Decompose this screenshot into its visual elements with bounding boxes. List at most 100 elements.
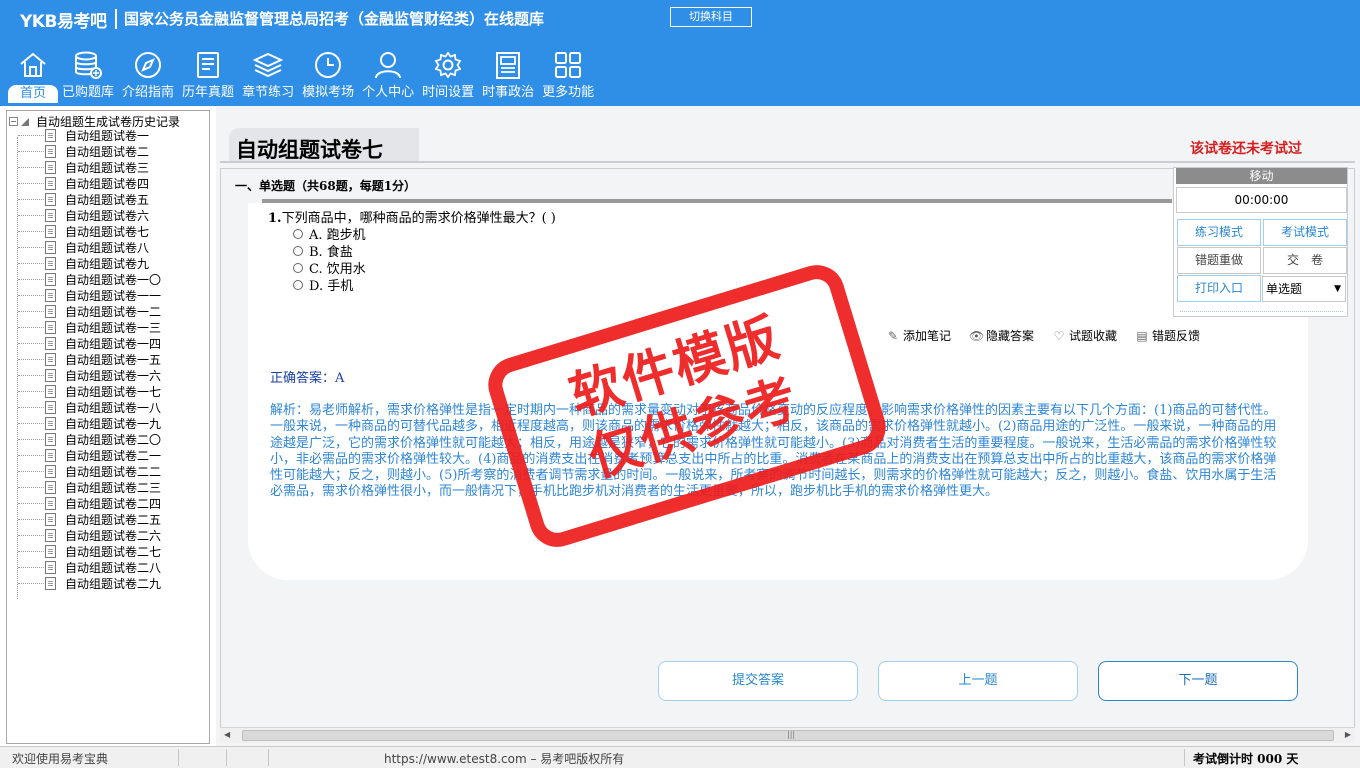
tree-item-label: 自动组题试卷六 — [65, 208, 150, 223]
tree-item[interactable]: 自动组题试卷二八 — [7, 559, 161, 575]
tree-item-label: 自动组题试卷一五 — [65, 352, 162, 367]
move-handle[interactable]: 移动 — [1176, 168, 1347, 184]
tree-item[interactable]: 自动组题试卷三 — [7, 159, 161, 175]
scroll-right-icon[interactable]: ▶ — [1345, 730, 1351, 739]
tree-item[interactable]: 自动组题试卷一八 — [7, 399, 161, 415]
switch-subject-button[interactable]: 切换科目 — [670, 7, 752, 27]
tree-item[interactable]: 自动组题试卷二九 — [7, 575, 161, 591]
nav-mock-exam-label: 模拟考场 — [302, 85, 355, 100]
tree-connector — [18, 535, 44, 536]
tree-item[interactable]: 自动组题试卷二七 — [7, 543, 161, 559]
tree-item[interactable]: 自动组题试卷一 — [7, 127, 161, 143]
nav-personal-center[interactable]: 个人中心 — [358, 48, 418, 104]
tree-item[interactable]: 自动组题试卷二〇 — [7, 431, 161, 447]
option-a-radio[interactable] — [293, 228, 303, 239]
tree-connector — [18, 455, 44, 456]
main-nav: 首页 已购题库 介绍指南 历年真题 章节练习 模拟考场 个人中心 时间设置 时事… — [8, 48, 598, 104]
tree-connector — [18, 343, 44, 344]
tree-item[interactable]: 自动组题试卷二二 — [7, 463, 161, 479]
control-panel-scroll[interactable] — [1180, 311, 1343, 315]
tree-item[interactable]: 自动组题试卷二六 — [7, 527, 161, 543]
redo-wrong-button[interactable]: 错题重做 — [1177, 247, 1261, 274]
nav-more-features[interactable]: 更多功能 — [538, 48, 598, 104]
nav-home-label: 首页 — [8, 85, 59, 103]
layers-icon — [251, 48, 285, 82]
tree-item-label: 自动组题试卷二五 — [65, 512, 162, 527]
prev-question-button[interactable]: 上一题 — [878, 661, 1078, 701]
tree-item-label: 自动组题试卷二二 — [65, 464, 162, 479]
tree-item[interactable]: 自动组题试卷二 — [7, 143, 161, 159]
nav-mock-exam[interactable]: 模拟考场 — [298, 48, 358, 104]
submit-paper-button[interactable]: 交 卷 — [1263, 247, 1347, 274]
next-question-button[interactable]: 下一题 — [1098, 661, 1298, 701]
nav-purchased[interactable]: 已购题库 — [58, 48, 118, 104]
tree-connector — [18, 391, 44, 392]
report-error-button[interactable]: ▤ 错题反馈 — [1135, 327, 1200, 344]
tree-item[interactable]: 自动组题试卷一三 — [7, 319, 161, 335]
print-button[interactable]: 打印入口 — [1177, 275, 1261, 302]
nav-guide[interactable]: 介绍指南 — [118, 48, 178, 104]
dropdown-arrow-icon: ▼ — [1334, 284, 1341, 294]
document-icon — [45, 144, 56, 158]
nav-personal-center-label: 个人中心 — [362, 85, 415, 100]
tree-connector — [18, 183, 44, 184]
tree-item[interactable]: 自动组题试卷二三 — [7, 479, 161, 495]
favorite-button[interactable]: ♡ 试题收藏 — [1052, 327, 1117, 344]
nav-past-exams[interactable]: 历年真题 — [178, 48, 238, 104]
question-card — [248, 203, 1308, 580]
hide-answer-label: 隐藏答案 — [986, 329, 1035, 343]
tree-item[interactable]: 自动组题试卷一四 — [7, 335, 161, 351]
tree-item-label: 自动组题试卷二〇 — [65, 432, 162, 447]
option-d-radio[interactable] — [293, 279, 303, 290]
tree-item[interactable]: 自动组题试卷二五 — [7, 511, 161, 527]
scroll-left-icon[interactable]: ◀ — [224, 730, 230, 739]
nav-guide-label: 介绍指南 — [122, 85, 175, 100]
tree-item[interactable]: 自动组题试卷五 — [7, 191, 161, 207]
tree-item[interactable]: 自动组题试卷九 — [7, 255, 161, 271]
hide-answer-button[interactable]: 👁 隐藏答案 — [969, 327, 1034, 344]
tree-item[interactable]: 自动组题试卷一二 — [7, 303, 161, 319]
tree-item[interactable]: 自动组题试卷一九 — [7, 415, 161, 431]
welcome-text: 欢迎使用易考宝典 — [12, 752, 109, 766]
exam-mode-button[interactable]: 考试模式 — [1263, 219, 1347, 246]
tree-connector — [18, 167, 44, 168]
tree-item[interactable]: 自动组题试卷二一 — [7, 447, 161, 463]
add-note-button[interactable]: ✎ 添加笔记 — [886, 327, 951, 344]
tree-item[interactable]: 自动组题试卷八 — [7, 239, 161, 255]
option-d[interactable]: D. 手机 — [293, 275, 353, 294]
favorite-label: 试题收藏 — [1069, 329, 1118, 343]
nav-chapter-practice[interactable]: 章节练习 — [238, 48, 298, 104]
horizontal-scrollbar[interactable]: ◀ ||| ▶ — [220, 727, 1355, 743]
nav-time-settings[interactable]: 时间设置 — [418, 48, 478, 104]
option-b-radio[interactable] — [293, 245, 303, 256]
tree-connector — [18, 199, 44, 200]
tree-connector — [18, 519, 44, 520]
report-icon: ▤ — [1136, 328, 1148, 343]
question-number: 1. — [268, 211, 282, 226]
tree-item[interactable]: 自动组题试卷六 — [7, 207, 161, 223]
option-c-radio[interactable] — [293, 262, 303, 273]
tree-item[interactable]: 自动组题试卷一五 — [7, 351, 161, 367]
document-icon — [45, 272, 56, 286]
document-icon — [45, 336, 56, 350]
document-icon — [45, 512, 56, 526]
tree-item[interactable]: 自动组题试卷一六 — [7, 367, 161, 383]
tree-item[interactable]: 自动组题试卷二四 — [7, 495, 161, 511]
practice-mode-button[interactable]: 练习模式 — [1177, 219, 1261, 246]
document-icon — [45, 160, 56, 174]
tree-item[interactable]: 自动组题试卷一一 — [7, 287, 161, 303]
collapse-toggle-icon[interactable]: − — [9, 117, 18, 126]
nav-home[interactable]: 首页 — [8, 48, 59, 104]
submit-answer-button[interactable]: 提交答案 — [658, 661, 858, 701]
scrollbar-thumb[interactable]: ||| — [242, 730, 1334, 741]
document-icon — [45, 192, 56, 206]
tree-item[interactable]: 自动组题试卷一〇 — [7, 271, 161, 287]
tree-item[interactable]: 自动组题试卷四 — [7, 175, 161, 191]
tree-item[interactable]: 自动组题试卷一七 — [7, 383, 161, 399]
tree-connector — [18, 263, 44, 264]
question-type-select[interactable]: 单选题 ▼ — [1262, 276, 1346, 302]
tree-item-label: 自动组题试卷七 — [65, 224, 150, 239]
nav-current-affairs[interactable]: 时事政治 — [478, 48, 538, 104]
document-icon — [45, 128, 56, 142]
tree-item[interactable]: 自动组题试卷七 — [7, 223, 161, 239]
